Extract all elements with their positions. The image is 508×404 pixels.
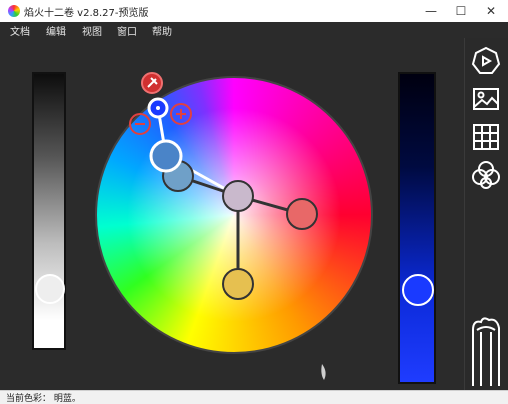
circles-icon[interactable] (471, 160, 501, 190)
heptagon-icon[interactable] (471, 46, 501, 76)
app-logo-icon (8, 5, 20, 17)
menu-document[interactable]: 文档 (10, 23, 30, 38)
menu-edit[interactable]: 编辑 (46, 23, 66, 38)
menu-bar: 文档 编辑 视图 窗口 帮助 (0, 22, 508, 38)
window-title: 焰火十二卷 v2.8.27-预览版 (24, 8, 149, 19)
image-icon[interactable] (471, 84, 501, 114)
hue-anchor-dot (156, 106, 160, 110)
app-window: 焰火十二卷 v2.8.27-预览版 — ☐ ✕ 文档 编辑 视图 窗口 帮助 当… (0, 0, 508, 404)
handle-center[interactable] (222, 180, 254, 212)
handle-red[interactable] (286, 198, 318, 230)
grid-icon[interactable] (471, 122, 501, 152)
cylinder-icon[interactable] (469, 316, 503, 386)
status-text: 当前色彩： 明蓝。 (6, 394, 81, 404)
title-bar: 焰火十二卷 v2.8.27-预览版 — ☐ ✕ (0, 0, 508, 23)
cursor-mark (321, 364, 326, 380)
menu-window[interactable]: 窗口 (117, 23, 137, 38)
right-toolbar (464, 38, 508, 390)
status-bar: 当前色彩： 明蓝。 (0, 390, 508, 404)
menu-view[interactable]: 视图 (82, 23, 102, 38)
harmony-overlay (129, 72, 326, 380)
handle-yellow[interactable] (222, 268, 254, 300)
minimize-button[interactable]: — (416, 0, 446, 22)
menu-help[interactable]: 帮助 (152, 23, 172, 38)
close-button[interactable]: ✕ (476, 0, 506, 22)
maximize-button[interactable]: ☐ (446, 0, 476, 22)
handle-main[interactable] (149, 139, 183, 173)
